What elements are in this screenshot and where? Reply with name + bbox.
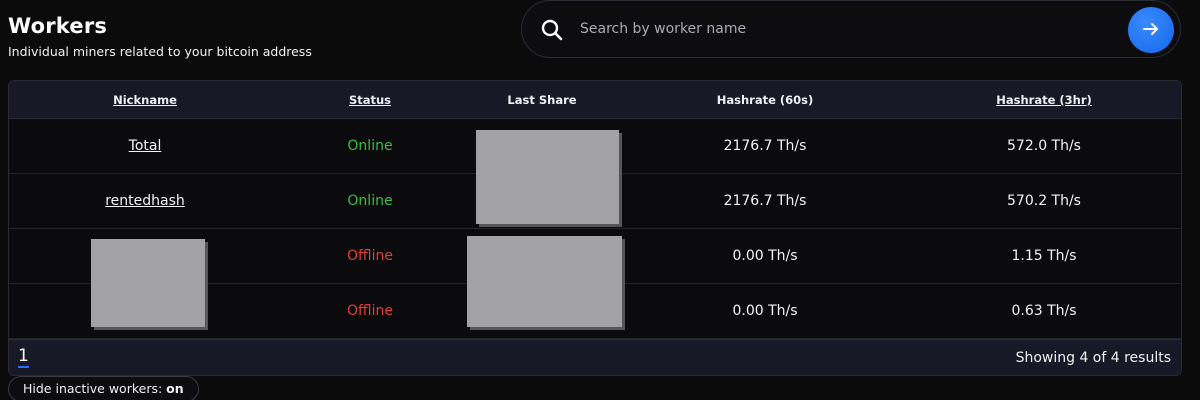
- search-bar: [521, 0, 1181, 58]
- worker-nickname[interactable]: Total: [129, 138, 162, 154]
- pagination-page-1[interactable]: 1: [18, 347, 29, 368]
- worker-hashrate-3hr: 572.0 Th/s: [1007, 138, 1081, 154]
- worker-hashrate-60s: 0.00 Th/s: [732, 303, 798, 319]
- worker-hashrate-60s: 2176.7 Th/s: [723, 193, 807, 209]
- worker-status: Offline: [347, 303, 393, 319]
- redacted-last-share-block: [467, 236, 622, 327]
- worker-hashrate-3hr: 1.15 Th/s: [1011, 248, 1077, 264]
- redacted-nickname-block: [91, 239, 205, 327]
- worker-status: Offline: [347, 248, 393, 264]
- arrow-right-icon: [1141, 19, 1161, 42]
- workers-page: Workers Individual miners related to you…: [0, 0, 1200, 400]
- worker-status: Online: [347, 193, 393, 209]
- worker-hashrate-3hr: 0.63 Th/s: [1011, 303, 1077, 319]
- worker-status: Online: [347, 138, 393, 154]
- results-count: Showing 4 of 4 results: [1015, 350, 1171, 366]
- hide-inactive-workers-toggle[interactable]: Hide inactive workers: on: [8, 376, 199, 400]
- worker-hashrate-3hr: 570.2 Th/s: [1007, 193, 1081, 209]
- table-footer: 1 Showing 4 of 4 results: [9, 339, 1181, 375]
- worker-hashrate-60s: 0.00 Th/s: [732, 248, 798, 264]
- search-input[interactable]: [580, 15, 1120, 43]
- column-header-hashrate-60s: Hashrate (60s): [716, 93, 814, 107]
- search-submit-button[interactable]: [1128, 7, 1174, 53]
- toggle-label: Hide inactive workers:: [23, 381, 167, 396]
- workers-table: Nickname Status Last Share Hashrate (60s…: [8, 80, 1182, 376]
- worker-nickname[interactable]: rentedhash: [105, 193, 185, 209]
- search-icon: [540, 18, 564, 42]
- worker-hashrate-60s: 2176.7 Th/s: [723, 138, 807, 154]
- column-header-hashrate-3hr[interactable]: Hashrate (3hr): [996, 93, 1092, 107]
- column-header-nickname[interactable]: Nickname: [113, 93, 177, 107]
- redacted-last-share-block: [476, 130, 619, 224]
- page-subtitle: Individual miners related to your bitcoi…: [8, 44, 312, 59]
- column-header-last-share: Last Share: [507, 93, 577, 107]
- column-header-status[interactable]: Status: [349, 93, 391, 107]
- table-header: Nickname Status Last Share Hashrate (60s…: [9, 81, 1181, 119]
- toggle-value: on: [166, 381, 184, 396]
- page-title: Workers: [8, 14, 108, 38]
